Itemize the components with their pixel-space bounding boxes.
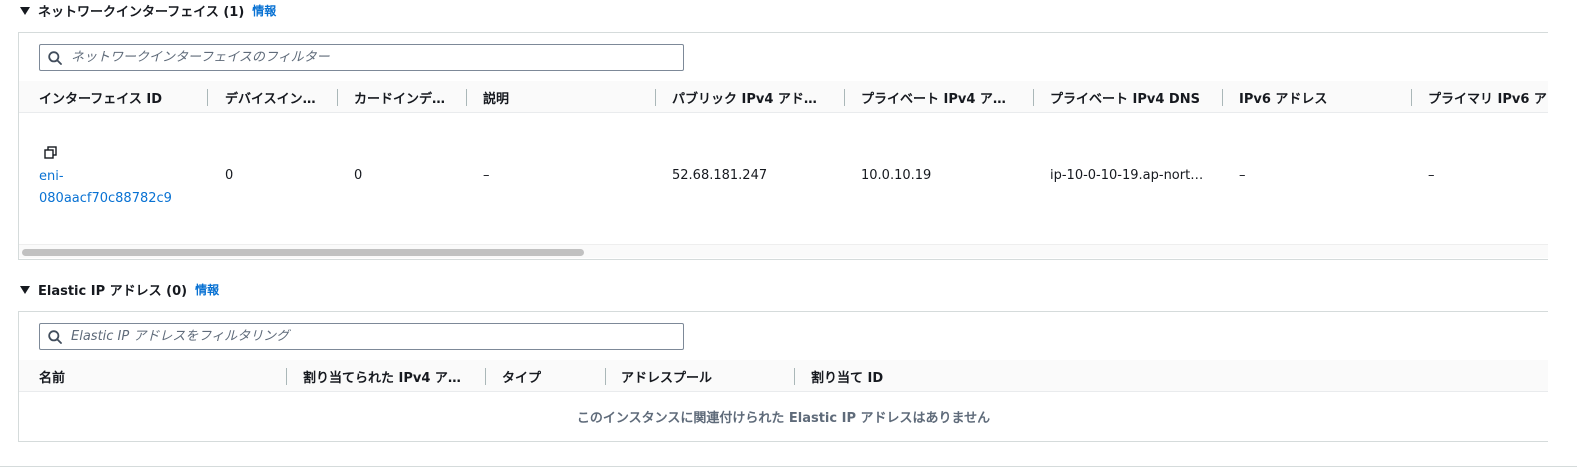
- copy-icon[interactable]: [44, 146, 57, 159]
- column-resizer[interactable]: [1411, 89, 1412, 106]
- card-index-cell: 0: [354, 168, 363, 183]
- elastic-ip-filter[interactable]: [39, 323, 684, 350]
- elastic-ip-header: Elastic IP アドレス (0) 情報: [20, 279, 219, 299]
- horizontal-scrollbar-thumb[interactable]: [22, 249, 584, 256]
- elastic-ip-filter-input[interactable]: [71, 329, 651, 344]
- device-index-cell: 0: [225, 168, 234, 183]
- column-header-private-dns[interactable]: プライベート IPv4 DNS: [1050, 81, 1222, 113]
- column-resizer[interactable]: [655, 89, 656, 106]
- elastic-ip-info-link[interactable]: 情報: [195, 281, 219, 298]
- column-resizer[interactable]: [485, 368, 486, 385]
- column-header-allocated-ipv4[interactable]: 割り当てられた IPv4 ア…: [303, 360, 483, 392]
- column-resizer[interactable]: [207, 89, 208, 106]
- elastic-ip-filter-bar: [19, 312, 1548, 364]
- column-resizer[interactable]: [1222, 89, 1223, 106]
- network-interfaces-info-link[interactable]: 情報: [252, 2, 276, 19]
- column-resizer[interactable]: [337, 89, 338, 106]
- divider: [0, 466, 1577, 467]
- empty-state-message: このインスタンスに関連付けられた Elastic IP アドレスはありません: [576, 411, 991, 426]
- public-ipv4-cell: 52.68.181.247: [672, 168, 768, 183]
- network-interfaces-title: ネットワークインターフェイス (1): [38, 4, 245, 20]
- elastic-ip-title: Elastic IP アドレス (0): [38, 283, 188, 299]
- elastic-ip-panel: 名前 割り当てられた IPv4 ア… タイプ アドレスプール 割り当て ID こ…: [18, 311, 1548, 442]
- primary-ipv6-cell: –: [1428, 168, 1435, 183]
- network-interfaces-panel: インターフェイス ID デバイスイン… カードインデ… 説明 パブリック IPv…: [18, 32, 1548, 260]
- network-interfaces-filter-input[interactable]: [71, 50, 651, 65]
- column-resizer[interactable]: [466, 89, 467, 106]
- column-header-address-pool[interactable]: アドレスプール: [621, 360, 791, 392]
- ipv6-cell: –: [1239, 168, 1246, 183]
- column-header-device-index[interactable]: デバイスイン…: [225, 81, 337, 113]
- column-header-interface-id[interactable]: インターフェイス ID: [39, 81, 204, 113]
- network-interfaces-header: ネットワークインターフェイス (1) 情報: [20, 0, 276, 20]
- column-header-type[interactable]: タイプ: [502, 360, 602, 392]
- private-dns-cell: ip-10-0-10-19.ap-nort…: [1050, 168, 1204, 183]
- column-header-private-ipv4[interactable]: プライベート IPv4 ア…: [861, 81, 1033, 113]
- column-resizer[interactable]: [1033, 89, 1034, 106]
- description-cell: –: [483, 168, 490, 183]
- search-icon: [48, 50, 62, 65]
- column-header-name[interactable]: 名前: [39, 360, 284, 392]
- column-resizer[interactable]: [794, 368, 795, 385]
- column-header-allocation-id[interactable]: 割り当て ID: [811, 360, 1011, 392]
- column-resizer[interactable]: [286, 368, 287, 385]
- network-interfaces-filter-bar: [19, 33, 1548, 85]
- network-interfaces-table-header: インターフェイス ID デバイスイン… カードインデ… 説明 パブリック IPv…: [19, 81, 1548, 113]
- column-resizer[interactable]: [844, 89, 845, 106]
- private-ipv4-cell: 10.0.10.19: [861, 168, 932, 183]
- collapse-caret-icon[interactable]: [20, 6, 30, 15]
- table-row: eni- 080aacf70c88782c9 0 0 – 52.68.181.2…: [19, 114, 1548, 238]
- column-resizer[interactable]: [605, 368, 606, 385]
- column-header-description[interactable]: 説明: [483, 81, 653, 113]
- search-icon: [48, 329, 62, 344]
- collapse-caret-icon[interactable]: [20, 285, 30, 294]
- column-header-card-index[interactable]: カードインデ…: [354, 81, 468, 113]
- interface-id-link[interactable]: eni- 080aacf70c88782c9: [39, 166, 209, 210]
- network-interfaces-filter[interactable]: [39, 44, 684, 71]
- column-header-ipv6[interactable]: IPv6 アドレス: [1239, 81, 1411, 113]
- horizontal-scrollbar[interactable]: [19, 244, 1548, 258]
- column-header-public-ipv4[interactable]: パブリック IPv4 アド…: [672, 81, 844, 113]
- elastic-ip-table-header: 名前 割り当てられた IPv4 ア… タイプ アドレスプール 割り当て ID: [19, 360, 1548, 392]
- column-header-primary-ipv6[interactable]: プライマリ IPv6 ア: [1428, 81, 1548, 113]
